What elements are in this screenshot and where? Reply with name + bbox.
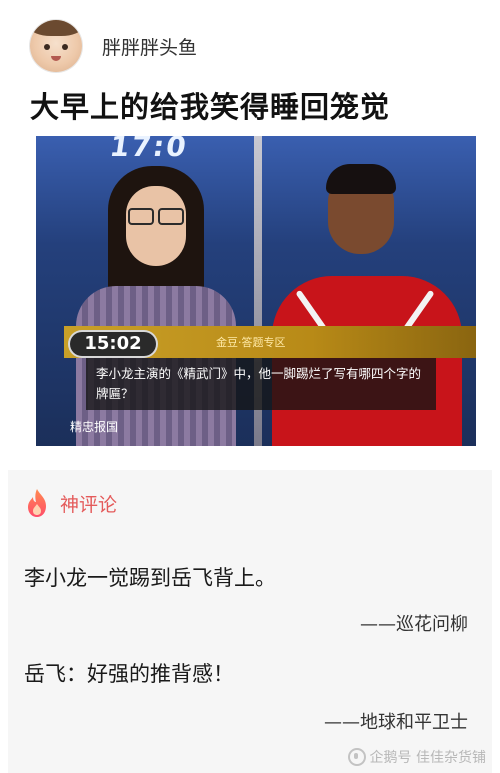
tv-logo: 17:0: [107, 136, 190, 163]
flame-icon: [28, 489, 46, 517]
quiz-question: 李小龙主演的《精武门》中，他一脚踢烂了写有哪四个字的牌匾？: [86, 358, 436, 410]
comment-text: 岳飞：好强的推背感！: [24, 662, 234, 686]
post-title: 大早上的给我笑得睡回笼觉: [30, 90, 391, 124]
glasses: [128, 208, 184, 225]
god-comment-header: 神评论: [24, 488, 117, 518]
quiz-timer: 15:02: [70, 332, 156, 356]
author-name[interactable]: 胖胖胖头鱼: [102, 33, 197, 60]
watermark-text: 企鹅号 佳佳杂货铺: [369, 750, 486, 766]
penguin-icon: [347, 748, 366, 766]
post-author[interactable]: 胖胖胖头鱼: [30, 20, 197, 72]
quiz-tag: 金豆·答题专区: [216, 336, 286, 349]
comment-text: 李小龙一觉踢到岳飞背上。: [24, 566, 276, 590]
comments-section: 神评论 李小龙一觉踢到岳飞背上。 ——巡花问柳 岳飞：好强的推背感！ ——地球和…: [8, 470, 492, 773]
quiz-answer: 精忠报国: [70, 420, 119, 434]
post-card: 胖胖胖头鱼 大早上的给我笑得睡回笼觉 17:0 15:02 金豆·答题专区 李小…: [8, 0, 492, 470]
avatar[interactable]: [30, 20, 82, 72]
watermark: 企鹅号 佳佳杂货铺: [347, 747, 486, 767]
comment-author[interactable]: ——地球和平卫士: [324, 708, 468, 734]
comment-author[interactable]: ——巡花问柳: [360, 610, 468, 636]
god-comment-label: 神评论: [60, 493, 118, 516]
post-image[interactable]: 17:0 15:02 金豆·答题专区 李小龙主演的《精武门》中，他一脚踢烂了写有…: [36, 136, 476, 446]
